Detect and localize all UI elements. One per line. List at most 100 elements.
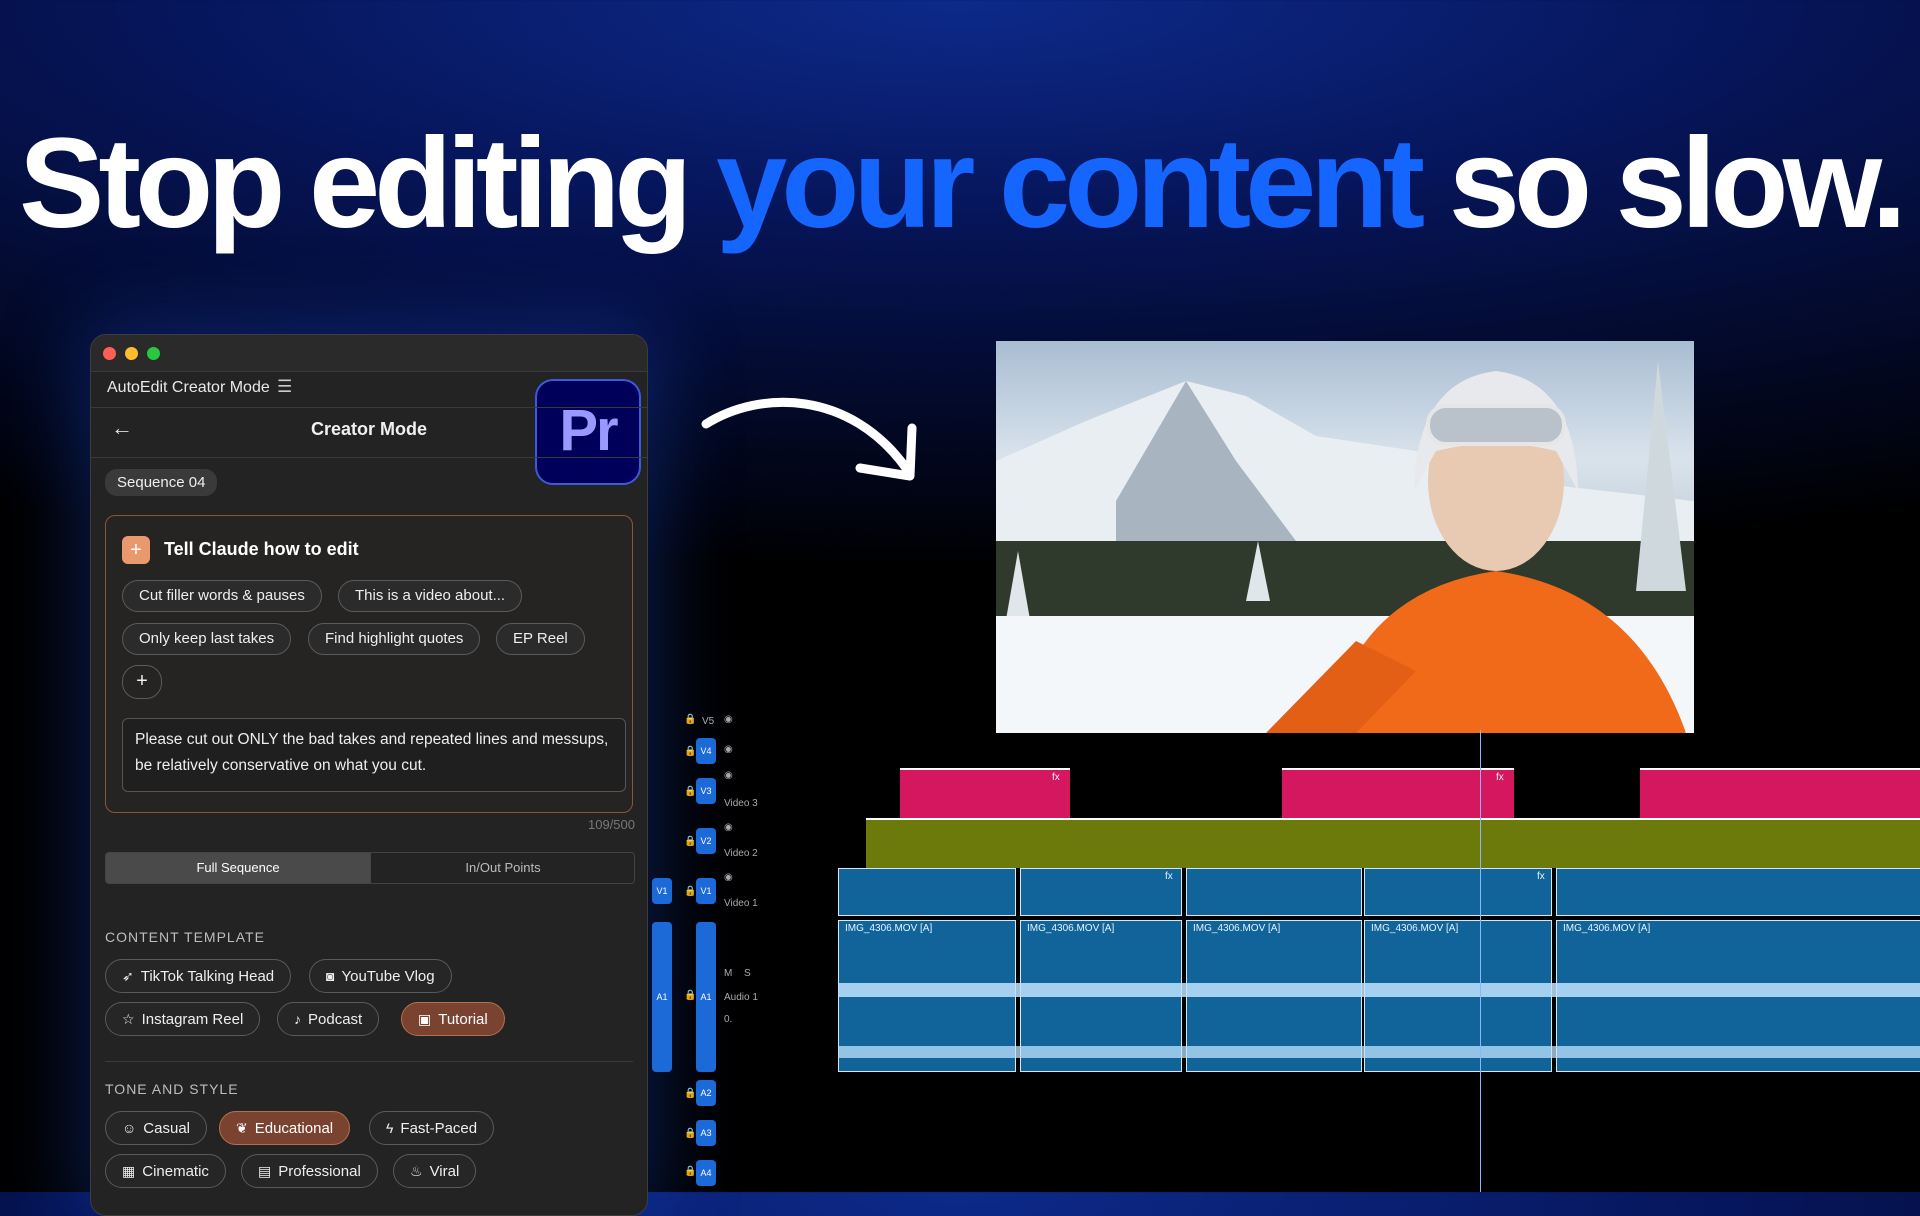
lock-icon[interactable]: 🔒: [684, 786, 696, 797]
track-video3-name: Video 3: [724, 798, 758, 809]
tone-cinematic[interactable]: ▦ Cinematic: [105, 1154, 226, 1188]
eye-icon[interactable]: ◉: [724, 872, 733, 883]
fx-badge: fx: [1537, 871, 1545, 882]
add-chip-button[interactable]: +: [122, 665, 162, 699]
template-tiktok[interactable]: ➶ TikTok Talking Head: [105, 959, 292, 993]
track-v5-label: V5: [702, 716, 715, 727]
track-v3-target[interactable]: V3: [696, 778, 716, 804]
timeline-panel: 🔒 V5 ◉ 🔒 V4 ◉ 🔒 V3 ◉ Video 3 🔒 V2 ◉ Vide…: [648, 700, 1920, 1192]
flame-icon: ♨: [410, 1163, 423, 1179]
clip-name: IMG_4306.MOV [A]: [1371, 923, 1459, 934]
template-label: Tutorial: [438, 1011, 488, 1028]
header-divider-bottom: [91, 457, 647, 458]
curved-arrow-icon: [701, 397, 917, 481]
star-icon: ☆: [122, 1011, 135, 1027]
chip-cut-filler[interactable]: Cut filler words & pauses: [122, 580, 322, 612]
track-v4-target[interactable]: V4: [696, 738, 716, 764]
tone-label: Professional: [278, 1163, 361, 1180]
tone-label: Educational: [254, 1120, 334, 1137]
eye-icon[interactable]: ◉: [724, 744, 733, 755]
chip-video-about[interactable]: This is a video about...: [338, 580, 523, 612]
rocket-icon: ➶: [122, 968, 134, 984]
tone-label: Fast-Paced: [400, 1120, 478, 1137]
tone-style-heading: TONE AND STYLE: [105, 1081, 239, 1097]
lock-icon[interactable]: 🔒: [684, 714, 696, 725]
eye-icon[interactable]: ◉: [724, 714, 733, 725]
tab-in-out-points[interactable]: In/Out Points: [370, 853, 634, 883]
lock-icon[interactable]: 🔒: [684, 886, 696, 897]
lock-icon[interactable]: 🔒: [684, 746, 696, 757]
audio-waveform: [838, 983, 1920, 1058]
track-v1-target[interactable]: V1: [696, 878, 716, 904]
section-divider: [105, 1061, 633, 1062]
v1-clip[interactable]: [1186, 868, 1362, 916]
v3-clip[interactable]: fx: [900, 768, 1070, 818]
lock-icon[interactable]: 🔒: [684, 990, 696, 1001]
track-a1-level[interactable]: 0.: [724, 1014, 732, 1025]
v1-clip[interactable]: [838, 868, 1016, 916]
v1-clip[interactable]: fx: [1364, 868, 1552, 916]
tone-educational[interactable]: ❦ Educational: [219, 1111, 351, 1145]
headline-part2: so slow.: [1419, 112, 1907, 255]
source-v1-patch[interactable]: V1: [652, 878, 672, 904]
sequence-badge: Sequence 04: [105, 469, 218, 496]
eye-icon[interactable]: ◉: [724, 770, 733, 781]
chip-last-takes[interactable]: Only keep last takes: [122, 623, 292, 655]
v3-clip[interactable]: [1640, 768, 1920, 818]
prompt-input[interactable]: Please cut out ONLY the bad takes and re…: [122, 718, 626, 792]
fx-badge: fx: [1496, 772, 1504, 783]
maximize-window-button[interactable]: [147, 347, 160, 360]
film-icon: ▦: [122, 1163, 136, 1179]
camera-icon: ◙: [326, 968, 335, 984]
lock-icon[interactable]: 🔒: [684, 1088, 696, 1099]
video-preview: [996, 341, 1694, 733]
track-video2-name: Video 2: [724, 848, 758, 859]
tone-professional[interactable]: ▤ Professional: [241, 1154, 378, 1188]
track-audio1-name: Audio 1: [724, 992, 758, 1003]
lock-icon[interactable]: 🔒: [684, 1128, 696, 1139]
track-a4-target[interactable]: A4: [696, 1160, 716, 1186]
template-podcast[interactable]: ♪ Podcast: [277, 1002, 380, 1036]
leaf-icon: ❦: [236, 1120, 248, 1136]
clip-name: IMG_4306.MOV [A]: [1193, 923, 1281, 934]
chip-ep-reel[interactable]: EP Reel: [496, 623, 585, 655]
template-youtube[interactable]: ◙ YouTube Vlog: [309, 959, 452, 993]
v1-clip[interactable]: [1556, 868, 1920, 916]
fx-badge: fx: [1165, 871, 1173, 882]
v1-clip[interactable]: fx: [1020, 868, 1182, 916]
track-a2-target[interactable]: A2: [696, 1080, 716, 1106]
minimize-window-button[interactable]: [125, 347, 138, 360]
source-a1-patch[interactable]: A1: [652, 922, 672, 1072]
tab-full-sequence[interactable]: Full Sequence: [106, 853, 370, 883]
eye-icon[interactable]: ◉: [724, 822, 733, 833]
tone-casual[interactable]: ☺ Casual: [105, 1111, 207, 1145]
video-frame-image: [996, 361, 1694, 733]
track-a1-solo[interactable]: S: [744, 968, 751, 979]
template-instagram[interactable]: ☆ Instagram Reel: [105, 1002, 261, 1036]
lock-icon[interactable]: 🔒: [684, 836, 696, 847]
track-a1-target[interactable]: A1: [696, 922, 716, 1072]
lock-icon[interactable]: 🔒: [684, 1166, 696, 1177]
tone-viral[interactable]: ♨ Viral: [393, 1154, 477, 1188]
v2-clip[interactable]: [866, 818, 1920, 868]
tone-label: Casual: [143, 1120, 190, 1137]
range-toggle: Full Sequence In/Out Points: [105, 852, 635, 884]
playhead[interactable]: [1480, 730, 1481, 1192]
template-tutorial[interactable]: ▣ Tutorial: [401, 1002, 505, 1036]
headline-part1: Stop editing: [19, 112, 717, 255]
track-v2-target[interactable]: V2: [696, 828, 716, 854]
chip-highlight-quotes[interactable]: Find highlight quotes: [308, 623, 481, 655]
window-titlebar: [91, 335, 647, 372]
hamburger-menu-icon[interactable]: ☰: [277, 377, 292, 397]
clip-name: IMG_4306.MOV [A]: [1027, 923, 1115, 934]
autoedit-panel: AutoEdit Creator Mode ☰ Pr ← Creator Mod…: [90, 334, 648, 1216]
clip-name: IMG_4306.MOV [A]: [1563, 923, 1651, 934]
template-label: Podcast: [308, 1011, 363, 1028]
close-window-button[interactable]: [103, 347, 116, 360]
sparkle-icon: +: [122, 536, 150, 564]
mic-icon: ♪: [294, 1011, 301, 1027]
track-a1-mute[interactable]: M: [724, 968, 732, 979]
track-a3-target[interactable]: A3: [696, 1120, 716, 1146]
track-video1-name: Video 1: [724, 898, 758, 909]
tone-fast-paced[interactable]: ϟ Fast-Paced: [369, 1111, 495, 1145]
